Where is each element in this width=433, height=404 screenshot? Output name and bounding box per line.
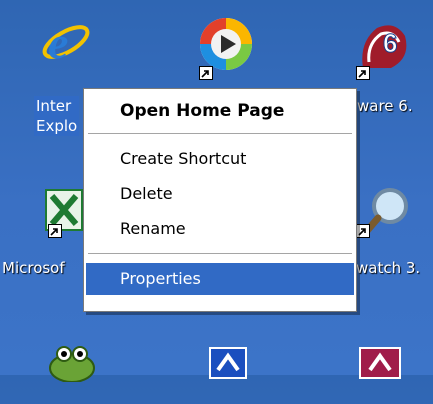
svg-text:e: e: [48, 17, 68, 68]
shortcut-arrow-icon: [199, 66, 213, 80]
app-6-label[interactable]: ware 6.: [357, 96, 413, 116]
menu-item-create-shortcut[interactable]: Create Shortcut: [86, 143, 354, 175]
menu-item-properties[interactable]: Properties: [86, 263, 354, 295]
frog-icon[interactable]: [44, 342, 104, 402]
ie-label-line1: Inter: [36, 97, 72, 115]
menu-item-rename[interactable]: Rename: [86, 213, 354, 245]
menu-item-open-home-page[interactable]: Open Home Page: [86, 95, 354, 127]
internet-explorer-label[interactable]: Inter Explo: [34, 96, 80, 136]
shortcut-arrow-icon: [356, 66, 370, 80]
context-menu: Open Home Page Create Shortcut Delete Re…: [83, 88, 357, 312]
network-icon[interactable]: [204, 344, 264, 404]
svg-text:6: 6: [383, 28, 397, 58]
menu-separator: [88, 253, 352, 254]
excel-label[interactable]: Microsof: [2, 258, 65, 278]
internet-explorer-icon[interactable]: e: [38, 12, 98, 72]
app-icon[interactable]: [356, 344, 416, 404]
shortcut-arrow-icon: [356, 224, 370, 238]
menu-separator: [88, 133, 352, 134]
menu-item-delete[interactable]: Delete: [86, 178, 354, 210]
magnifier-label[interactable]: watch 3.: [356, 258, 420, 278]
shortcut-arrow-icon: [48, 224, 62, 238]
ie-label-line2: Explo: [36, 117, 78, 135]
